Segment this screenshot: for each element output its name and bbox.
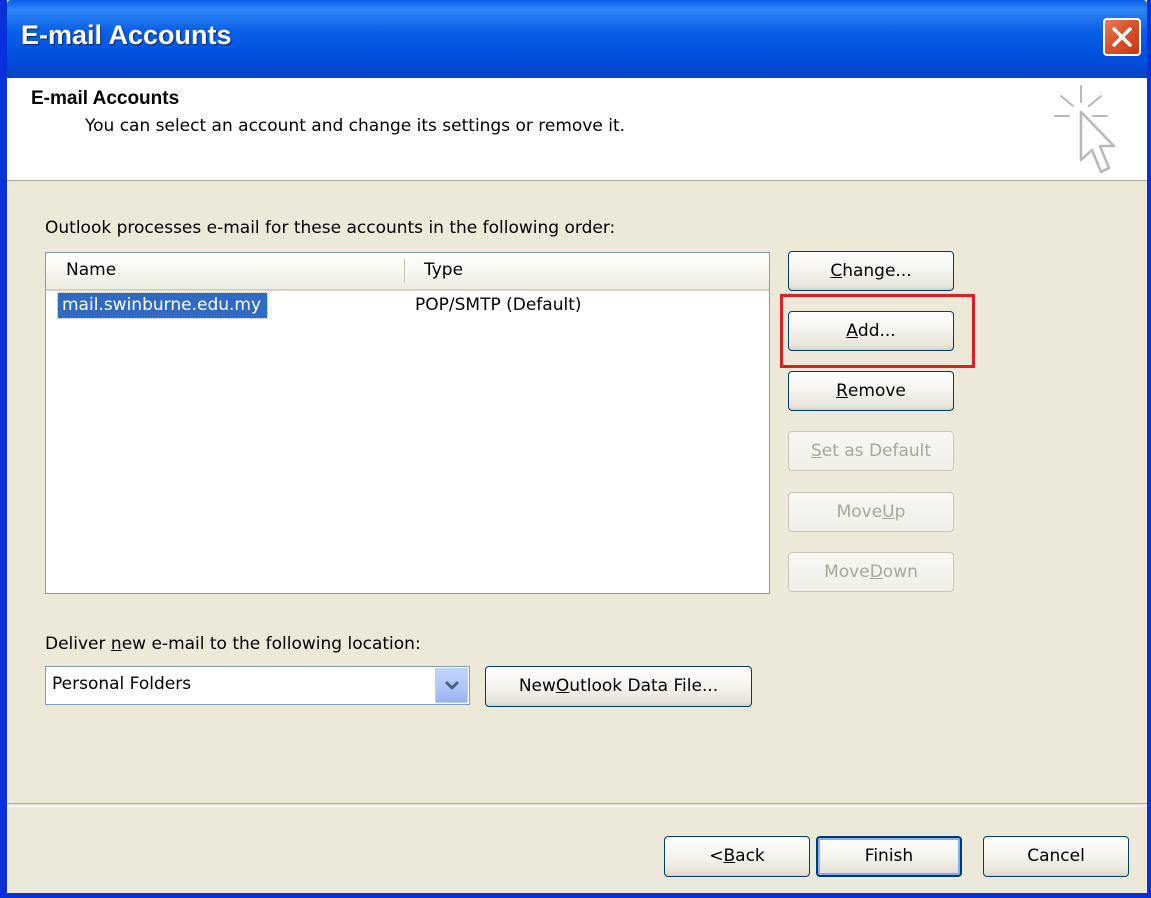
list-header: Name Type (46, 253, 769, 291)
set-as-default-button[interactable]: Set as Default (788, 431, 954, 471)
change-button[interactable]: Change... (788, 251, 954, 291)
wizard-header: E-mail Accounts You can select an accoun… (7, 78, 1147, 181)
new-outlook-data-file-button[interactable]: New Outlook Data File... (485, 666, 752, 707)
move-down-button[interactable]: Move Down (788, 552, 954, 592)
accounts-list-label: Outlook processes e-mail for these accou… (45, 218, 616, 238)
remove-label-key: R (836, 381, 848, 401)
remove-button[interactable]: Remove (788, 371, 954, 411)
move-up-button[interactable]: Move Up (788, 492, 954, 532)
chevron-down-icon (445, 681, 459, 690)
move-up-label-key: U (882, 502, 895, 522)
delivery-label-key: n (110, 634, 122, 654)
move-down-label-key: D (869, 562, 883, 582)
dropdown-button[interactable] (435, 668, 468, 703)
close-icon (1112, 27, 1132, 47)
header-subtitle: You can select an account and change its… (85, 116, 626, 136)
finish-button[interactable]: Finish (816, 836, 962, 877)
set-default-label-post: et as Default (821, 441, 932, 461)
add-button-highlight (780, 294, 975, 368)
move-down-label-pre: Move (824, 562, 870, 582)
move-up-label-pre: Move (836, 502, 883, 522)
email-accounts-dialog: E-mail Accounts E-mail Accounts You can … (0, 0, 1151, 898)
back-label-post: ack (735, 846, 765, 866)
account-row-type[interactable]: POP/SMTP (Default) (415, 295, 582, 315)
delivery-label-post: ew e-mail to the following location: (121, 634, 421, 654)
pointer-click-icon (1054, 85, 1116, 174)
cancel-button[interactable]: Cancel (983, 836, 1129, 877)
finish-label: Finish (864, 846, 914, 866)
back-button[interactable]: < Back (664, 836, 810, 877)
title-bar[interactable]: E-mail Accounts (7, 0, 1147, 78)
change-label-key: C (830, 261, 843, 281)
move-up-label-post: p (894, 502, 906, 522)
column-header-name[interactable]: Name (66, 260, 116, 280)
account-row-name[interactable]: mail.swinburne.edu.my (56, 292, 269, 319)
set-default-label-key: S (810, 441, 822, 461)
footer-separator (7, 803, 1147, 807)
back-label-pre: < (709, 846, 724, 866)
accounts-list[interactable]: Name Type mail.swinburne.edu.my POP/SMTP… (45, 252, 770, 594)
column-divider[interactable] (404, 259, 406, 283)
new-file-label-key: O (555, 676, 570, 696)
change-label-post: hange... (842, 261, 912, 281)
header-title: E-mail Accounts (31, 88, 180, 109)
delivery-location-select[interactable]: Personal Folders (45, 666, 470, 705)
back-label-key: B (723, 846, 736, 866)
new-file-label-post: utlook Data File... (569, 676, 719, 696)
cancel-label: Cancel (1027, 846, 1085, 866)
new-file-label-pre: New (518, 676, 556, 696)
delivery-location-label: Deliver new e-mail to the following loca… (45, 634, 421, 654)
move-down-label-post: own (882, 562, 918, 582)
delivery-location-value: Personal Folders (52, 674, 192, 694)
window-title: E-mail Accounts (21, 20, 232, 50)
column-header-type[interactable]: Type (424, 260, 463, 280)
remove-label-post: emove (847, 381, 906, 401)
close-button[interactable] (1103, 18, 1141, 56)
delivery-label-pre: Deliver (45, 634, 111, 654)
